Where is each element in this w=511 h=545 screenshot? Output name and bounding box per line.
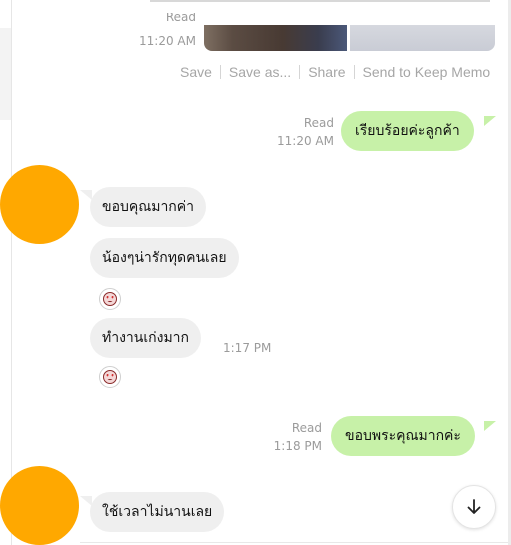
heart-eyes-emoji-icon <box>103 370 117 384</box>
incoming-message-bubble[interactable]: ใช้เวลาไม่นานเลย <box>90 492 225 532</box>
bubble-tail <box>484 421 496 431</box>
heart-eyes-emoji-icon[interactable] <box>99 288 121 310</box>
send-to-keep-memo-button[interactable]: Send to Keep Memo <box>363 64 491 80</box>
outgoing-message-bubble[interactable]: ขอบพระคุณมากค่ะ <box>331 416 475 456</box>
bubble-tail <box>80 190 92 200</box>
incoming-message-bubble[interactable]: ทำงานเก่งมาก <box>90 318 202 358</box>
avatar[interactable] <box>0 466 79 545</box>
heart-eyes-emoji-icon[interactable] <box>99 366 121 388</box>
bubble-tail <box>484 116 496 126</box>
read-label: Read <box>165 13 196 24</box>
image-top-edge <box>150 0 490 2</box>
composer-divider <box>80 542 508 543</box>
arrow-down-icon <box>467 499 481 514</box>
divider <box>219 65 221 79</box>
image-actions: Save Save as... Share Send to Keep Memo <box>180 63 490 81</box>
chat-list-selected-band <box>0 28 11 120</box>
outgoing-message-bubble[interactable]: เรียบร้อยค่ะลูกค้า <box>341 111 474 151</box>
save-button[interactable]: Save <box>180 64 212 80</box>
message-time: 1:18 PM <box>273 439 322 453</box>
save-as-button[interactable]: Save as... <box>229 64 291 80</box>
read-receipt: Read <box>140 13 196 25</box>
chat-list-edge <box>0 0 12 545</box>
chat-window: Read 11:20 AM Save Save as... Share Send… <box>0 0 511 545</box>
avatar[interactable] <box>0 165 79 244</box>
share-button[interactable]: Share <box>308 64 345 80</box>
message-time: 11:20 AM <box>139 34 196 48</box>
heart-eyes-emoji-icon <box>103 292 117 306</box>
read-receipt: Read <box>303 116 334 130</box>
scroll-to-bottom-button[interactable] <box>452 485 496 529</box>
photo-thumbnail[interactable] <box>204 25 347 51</box>
divider <box>353 65 355 79</box>
read-receipt: Read <box>291 421 322 435</box>
photo-thumbnail[interactable] <box>350 25 495 51</box>
incoming-message-bubble[interactable]: ขอบคุณมากค่า <box>90 187 207 227</box>
message-time: 11:20 AM <box>277 134 334 148</box>
message-time: 1:17 PM <box>223 341 272 355</box>
incoming-message-bubble[interactable]: น้องๆน่ารักทุดคนเลย <box>90 238 239 278</box>
divider <box>299 65 301 79</box>
